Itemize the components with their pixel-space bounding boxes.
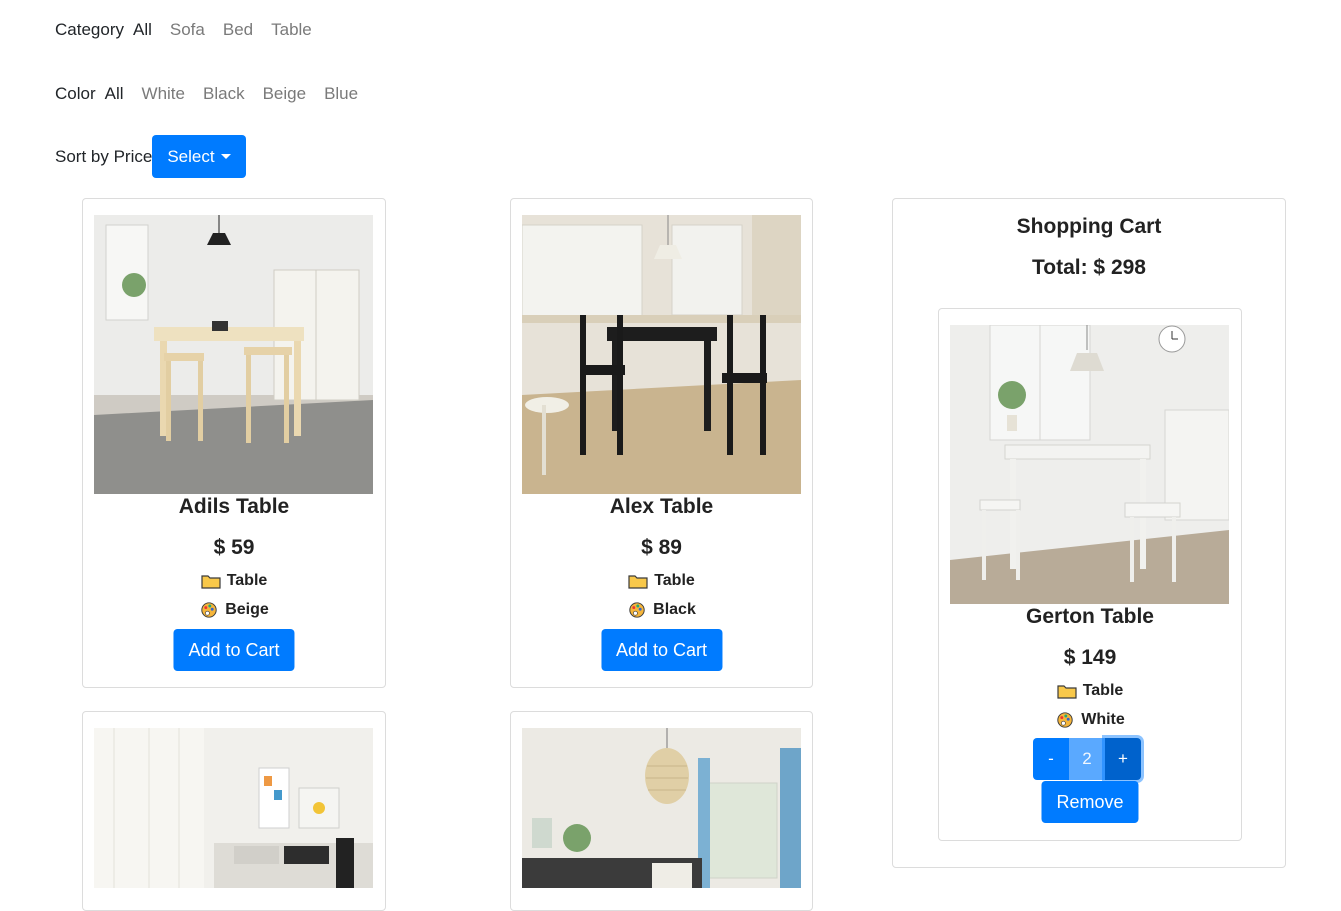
palette-icon [629,602,645,618]
product-color-text: Black [653,601,696,618]
product-card [510,711,813,911]
product-image [94,728,373,888]
cart-item-price: $ 149 [1063,646,1117,669]
palette-icon [201,602,217,618]
cart-item-name: Gerton Table [1026,605,1154,628]
cart-item-image [950,325,1229,604]
category-option-sofa[interactable]: Sofa [170,20,205,40]
product-card: Adils Table $ 59 Table Beige Add to Cart [82,198,386,688]
product-card: Alex Table $ 89 Table Black Add to Cart [510,198,813,688]
category-filter: Category All Sofa Bed Table [55,20,330,40]
folder-icon [628,575,648,589]
caret-down-icon [220,154,231,159]
sort-control: Sort by Price Select [55,135,246,178]
shopping-cart: Shopping Cart Total: $ 298 Gerton Table … [892,198,1286,868]
category-option-table[interactable]: Table [271,20,312,40]
product-name: Alex Table [609,495,714,518]
product-color: Beige [83,601,385,619]
decrease-quantity-button[interactable]: - [1033,738,1069,780]
quantity-value: 2 [1069,738,1105,780]
sort-select-button[interactable]: Select [152,135,246,178]
cart-total: Total: $ 298 [1032,256,1146,279]
product-image [94,215,373,494]
palette-icon [1057,712,1073,728]
color-option-white[interactable]: White [142,84,185,104]
sort-label: Sort by Price [55,146,153,166]
quantity-stepper: - 2 + [1033,738,1141,780]
cart-item: Gerton Table $ 149 Table White - 2 + Rem… [938,308,1242,841]
increase-quantity-button[interactable]: + [1105,738,1141,780]
category-option-bed[interactable]: Bed [223,20,253,40]
color-option-black[interactable]: Black [203,84,245,104]
color-option-all[interactable]: All [105,84,124,104]
product-price: $ 89 [641,536,682,559]
product-color-text: Beige [225,601,269,618]
color-filter-label: Color [55,84,96,103]
add-to-cart-button[interactable]: Add to Cart [600,629,723,671]
cart-item-color-text: White [1081,711,1125,728]
product-name: Adils Table [178,495,290,518]
color-option-beige[interactable]: Beige [263,84,306,104]
product-category: Table [511,572,812,590]
color-filter: Color All White Black Beige Blue [55,84,376,104]
remove-item-button[interactable]: Remove [1041,781,1139,823]
product-card [82,711,386,911]
product-image [522,215,801,494]
product-price: $ 59 [213,536,255,559]
color-option-blue[interactable]: Blue [324,84,358,104]
product-category: Table [83,572,385,590]
folder-icon [201,575,221,589]
cart-item-category-text: Table [1082,682,1124,699]
sort-select-label: Select [167,146,215,166]
cart-item-color: White [939,711,1241,729]
add-to-cart-button[interactable]: Add to Cart [173,629,295,671]
product-color: Black [511,601,812,619]
folder-icon [1057,685,1077,699]
product-category-text: Table [654,572,695,589]
category-filter-label: Category [55,20,124,39]
category-option-all[interactable]: All [133,20,152,40]
product-image [522,728,801,888]
cart-item-category: Table [939,682,1241,700]
product-category-text: Table [226,572,268,589]
cart-title: Shopping Cart [1016,215,1162,238]
